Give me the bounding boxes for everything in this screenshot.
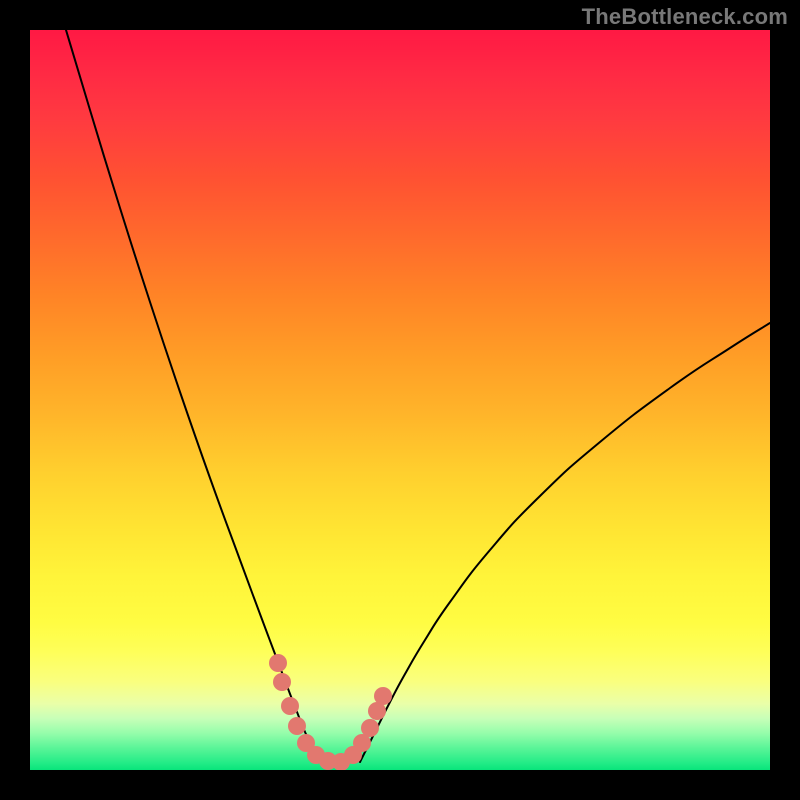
- marker-dot: [361, 719, 379, 737]
- chart-frame: TheBottleneck.com: [0, 0, 800, 800]
- marker-dot: [281, 697, 299, 715]
- marker-dot: [273, 673, 291, 691]
- chart-svg: [30, 30, 770, 770]
- marker-dot: [288, 717, 306, 735]
- curve-right-curve: [360, 323, 770, 762]
- marker-dot: [374, 687, 392, 705]
- watermark-text: TheBottleneck.com: [582, 4, 788, 30]
- curve-left-curve: [66, 30, 321, 762]
- plot-area: [30, 30, 770, 770]
- marker-dot: [269, 654, 287, 672]
